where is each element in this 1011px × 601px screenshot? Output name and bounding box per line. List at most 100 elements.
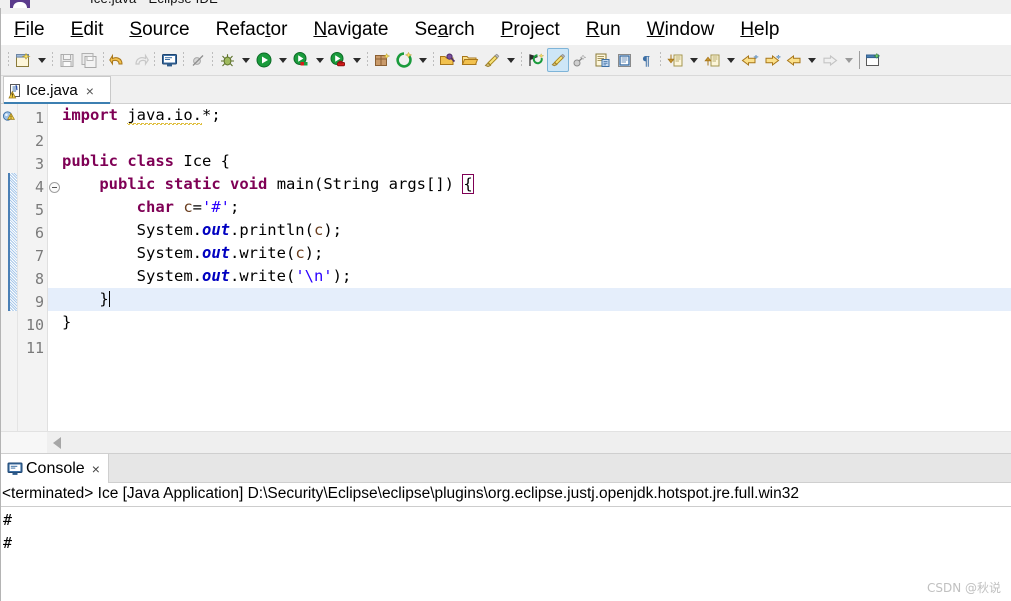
debug-icon[interactable] bbox=[216, 48, 238, 72]
editor-horizontal-scrollbar[interactable] bbox=[1, 431, 1011, 454]
close-icon[interactable]: × bbox=[92, 462, 100, 476]
console-icon bbox=[7, 461, 23, 477]
line-number: 8 bbox=[34, 270, 44, 288]
undo-icon[interactable] bbox=[107, 48, 129, 72]
open-type-icon[interactable] bbox=[437, 48, 459, 72]
code-line-9: } bbox=[99, 290, 110, 308]
java-file-warning-icon bbox=[8, 83, 24, 99]
search-icon[interactable] bbox=[481, 48, 503, 72]
toggle-mark-occurrences-icon[interactable] bbox=[525, 48, 547, 72]
show-source-quick-icon[interactable] bbox=[591, 48, 613, 72]
editor-tab-ice-java[interactable]: Ice.java × bbox=[3, 76, 111, 104]
toolbar-separator bbox=[856, 48, 863, 72]
previous-edit-dropdown[interactable] bbox=[804, 48, 819, 72]
menu-item-help[interactable]: Help bbox=[727, 14, 792, 45]
debug-dropdown[interactable] bbox=[238, 48, 253, 72]
next-annotation-icon[interactable] bbox=[664, 48, 686, 72]
toolbar-separator bbox=[209, 48, 216, 72]
line-number: 4 bbox=[34, 178, 44, 196]
new-window-icon[interactable] bbox=[863, 48, 885, 72]
line-number: 11 bbox=[25, 339, 44, 357]
scrollbar-corner bbox=[1, 432, 47, 454]
forward-history-icon[interactable] bbox=[760, 48, 782, 72]
new-java-class-dropdown[interactable] bbox=[415, 48, 430, 72]
code-line-8: System.out.write('\n'); bbox=[136, 267, 352, 285]
code-line-3: public class Ice { bbox=[62, 152, 231, 170]
editor-tabbar: Ice.java × bbox=[1, 76, 1011, 104]
toolbar-separator bbox=[100, 48, 107, 72]
console-view[interactable]: <terminated> Ice [Java Application] D:\S… bbox=[1, 483, 1011, 601]
save-icon[interactable] bbox=[56, 48, 78, 72]
console-output-line: # bbox=[3, 534, 13, 552]
console-tab[interactable]: Console × bbox=[1, 454, 109, 484]
scrollbar-track[interactable] bbox=[47, 432, 1011, 454]
line-number: 1 bbox=[34, 109, 44, 127]
new-wizard-dropdown[interactable] bbox=[34, 48, 49, 72]
line-number: 9 bbox=[34, 293, 44, 311]
previous-annotation-icon[interactable] bbox=[701, 48, 723, 72]
code-line-5: char c='#'; bbox=[136, 198, 240, 216]
save-all-icon[interactable] bbox=[78, 48, 100, 72]
next-edit-dropdown[interactable] bbox=[841, 48, 856, 72]
menu-item-navigate[interactable]: Navigate bbox=[300, 14, 401, 45]
show-whitespace-icon[interactable] bbox=[547, 48, 569, 72]
previous-annotation-dropdown[interactable] bbox=[723, 48, 738, 72]
line-number: 3 bbox=[34, 155, 44, 173]
scroll-left-arrow-icon[interactable] bbox=[53, 437, 61, 449]
open-task-icon[interactable] bbox=[459, 48, 481, 72]
toolbar-separator bbox=[5, 48, 12, 72]
line-number: 5 bbox=[34, 201, 44, 219]
console-output-line: # bbox=[3, 511, 13, 529]
coverage-dropdown[interactable] bbox=[312, 48, 327, 72]
run-icon[interactable] bbox=[253, 48, 275, 72]
show-paragraph-marks-icon[interactable]: ¶ bbox=[635, 48, 657, 72]
code-editor[interactable]: 1 2 3 4 5 6 7 8 9 10 11 import java.io.*… bbox=[1, 104, 1011, 431]
back-history-icon[interactable] bbox=[738, 48, 760, 72]
open-console-icon[interactable] bbox=[158, 48, 180, 72]
window-titlebar: Ice.java - Eclipse IDE bbox=[0, 0, 1011, 14]
code-line-6: System.out.println(c); bbox=[136, 221, 342, 239]
watermark: CSDN @秋说 bbox=[926, 581, 1001, 595]
new-wizard-icon[interactable] bbox=[12, 48, 34, 72]
menu-item-run[interactable]: Run bbox=[573, 14, 634, 45]
new-java-package-icon[interactable] bbox=[371, 48, 393, 72]
editor-tab-label: Ice.java bbox=[26, 82, 78, 99]
menu-item-window[interactable]: Window bbox=[634, 14, 728, 45]
next-annotation-dropdown[interactable] bbox=[686, 48, 701, 72]
main-toolbar: ¶ bbox=[1, 45, 1011, 76]
coverage-icon[interactable] bbox=[290, 48, 312, 72]
run-dropdown[interactable] bbox=[275, 48, 290, 72]
menu-item-source[interactable]: Source bbox=[116, 14, 202, 45]
console-tabbar: Console × bbox=[1, 453, 1011, 484]
redo-icon[interactable] bbox=[129, 48, 151, 72]
previous-edit-icon[interactable] bbox=[782, 48, 804, 72]
run-external-tools-dropdown[interactable] bbox=[349, 48, 364, 72]
line-number: 2 bbox=[34, 132, 44, 150]
toolbar-separator bbox=[151, 48, 158, 72]
toolbar-separator bbox=[518, 48, 525, 72]
new-java-class-icon[interactable] bbox=[393, 48, 415, 72]
warning-marker-icon[interactable] bbox=[2, 110, 17, 125]
next-edit-icon[interactable] bbox=[819, 48, 841, 72]
menu-item-file[interactable]: File bbox=[1, 14, 58, 45]
block-selection-icon[interactable] bbox=[613, 48, 635, 72]
run-external-tools-icon[interactable] bbox=[327, 48, 349, 72]
menu-item-project[interactable]: Project bbox=[488, 14, 573, 45]
link-with-editor-icon[interactable] bbox=[569, 48, 591, 72]
close-icon[interactable]: × bbox=[84, 84, 96, 98]
toolbar-separator bbox=[657, 48, 664, 72]
line-number-gutter: 1 2 3 4 5 6 7 8 9 10 11 bbox=[18, 104, 48, 431]
menu-item-refactor[interactable]: Refactor bbox=[203, 14, 301, 45]
window-title: Ice.java - Eclipse IDE bbox=[90, 0, 218, 6]
search-dropdown[interactable] bbox=[503, 48, 518, 72]
menu-item-edit[interactable]: Edit bbox=[58, 14, 117, 45]
menu-item-search[interactable]: Search bbox=[401, 14, 487, 45]
toolbar-separator bbox=[180, 48, 187, 72]
editor-text-area[interactable]: import java.io.*; public class Ice { pub… bbox=[48, 104, 1011, 431]
current-line-highlight bbox=[48, 288, 1011, 311]
skip-breakpoints-icon[interactable] bbox=[187, 48, 209, 72]
code-line-4: public static void main(String args[]) { bbox=[99, 174, 474, 194]
line-number: 10 bbox=[25, 316, 44, 334]
toolbar-separator bbox=[49, 48, 56, 72]
